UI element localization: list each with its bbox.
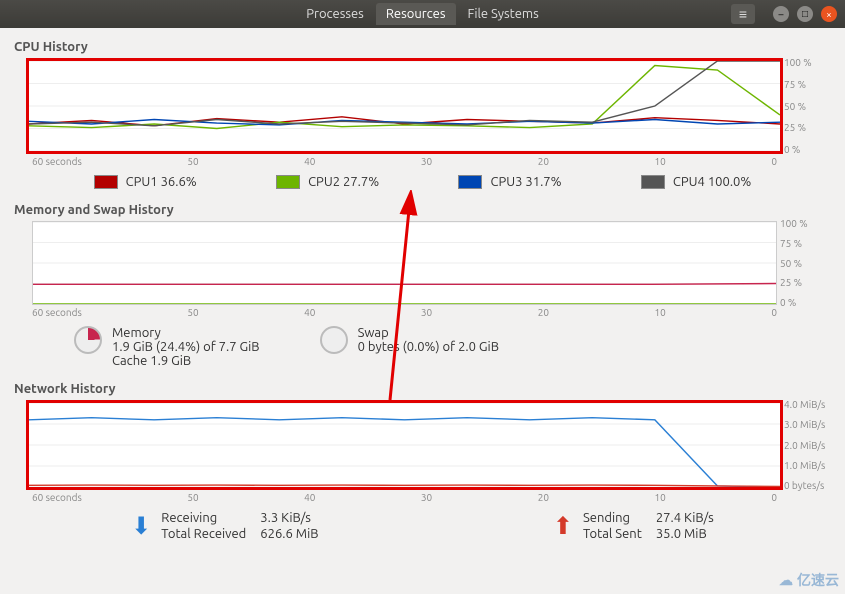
send-rate: 27.4 KiB/s (656, 511, 714, 525)
menu-button[interactable]: ≡ (731, 4, 755, 24)
legend-cpu4[interactable]: CPU4 100.0% (641, 175, 751, 189)
mem-x-axis: 60 seconds50403020100 (32, 307, 777, 318)
memory-detail: 1.9 GiB (24.4%) of 7.7 GiB (112, 340, 260, 354)
send-label: Sending (583, 511, 642, 525)
swatch-icon (458, 175, 482, 189)
upload-arrow-icon: ⬆ (553, 512, 573, 540)
net-chart: 4.0 MiB/s3.0 MiB/s2.0 MiB/s1.0 MiB/s0 by… (26, 400, 783, 490)
recv-rate: 3.3 KiB/s (260, 511, 318, 525)
tab-resources[interactable]: Resources (376, 3, 456, 25)
download-arrow-icon: ⬇ (131, 512, 151, 540)
swatch-icon (94, 175, 118, 189)
swap-label: Swap (358, 326, 499, 340)
window-controls: ≡ – □ × (731, 4, 837, 24)
send-total-label: Total Sent (583, 527, 642, 541)
cpu-chart: 100 %75 %50 %25 %0 % (26, 58, 783, 154)
cpu-y-axis: 100 %75 %50 %25 %0 % (784, 57, 830, 155)
net-y-axis: 4.0 MiB/s3.0 MiB/s2.0 MiB/s1.0 MiB/s0 by… (784, 399, 830, 491)
watermark: ☁ 亿速云 (779, 570, 839, 590)
tab-processes[interactable]: Processes (296, 3, 374, 25)
recv-total: 626.6 MiB (260, 527, 318, 541)
recv-total-label: Total Received (161, 527, 246, 541)
cpu-section-title: CPU History (14, 40, 831, 54)
recv-label: Receiving (161, 511, 246, 525)
cpu-x-axis: 60 seconds50403020100 (32, 156, 777, 167)
send-total: 35.0 MiB (656, 527, 714, 541)
legend-cpu1[interactable]: CPU1 36.6% (94, 175, 197, 189)
mem-chart: 100 %75 %50 %25 %0 % (32, 221, 777, 305)
legend-cpu2[interactable]: CPU2 27.7% (276, 175, 379, 189)
legend-cpu3[interactable]: CPU3 31.7% (458, 175, 561, 189)
titlebar: Processes Resources File Systems ≡ – □ × (0, 0, 845, 28)
memory-usage[interactable]: Memory 1.9 GiB (24.4%) of 7.7 GiB Cache … (74, 326, 260, 368)
maximize-button[interactable]: □ (797, 6, 813, 22)
mem-y-axis: 100 %75 %50 %25 %0 % (780, 218, 826, 308)
swap-detail: 0 bytes (0.0%) of 2.0 GiB (358, 340, 499, 354)
net-x-axis: 60 seconds50403020100 (32, 492, 777, 503)
swap-usage[interactable]: Swap 0 bytes (0.0%) of 2.0 GiB (320, 326, 499, 368)
net-section-title: Network History (14, 382, 831, 396)
tab-filesystems[interactable]: File Systems (458, 3, 549, 25)
cloud-icon: ☁ (779, 572, 793, 589)
close-button[interactable]: × (821, 6, 837, 22)
memory-label: Memory (112, 326, 260, 340)
cpu-legend: CPU1 36.6% CPU2 27.7% CPU3 31.7% CPU4 100.0… (54, 175, 791, 189)
mem-section-title: Memory and Swap History (14, 203, 831, 217)
memory-cache: Cache 1.9 GiB (112, 354, 260, 368)
net-sending[interactable]: ⬆ Sending 27.4 KiB/s Total Sent 35.0 MiB (553, 511, 714, 541)
memory-pie-icon (74, 326, 102, 354)
tab-bar: Processes Resources File Systems (296, 3, 548, 25)
swap-pie-icon (320, 326, 348, 354)
swatch-icon (276, 175, 300, 189)
net-receiving[interactable]: ⬇ Receiving 3.3 KiB/s Total Received 626… (131, 511, 318, 541)
minimize-button[interactable]: – (773, 6, 789, 22)
swatch-icon (641, 175, 665, 189)
